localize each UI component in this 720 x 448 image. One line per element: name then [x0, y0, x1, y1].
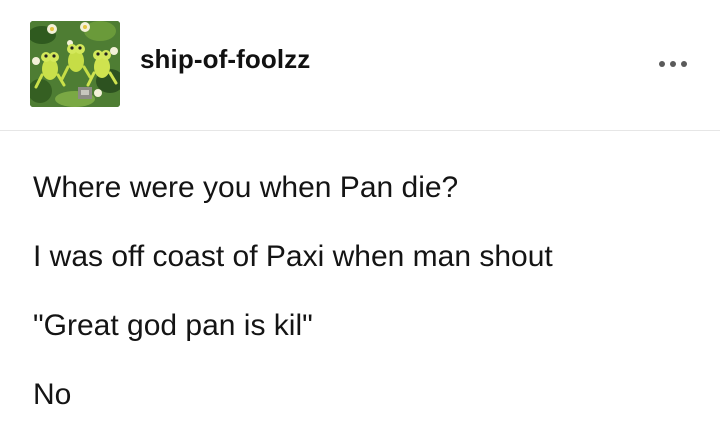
more-options-button[interactable]	[650, 52, 696, 76]
tumblr-post: ship-of-foolzz Where were you when Pan d…	[0, 0, 720, 448]
ellipsis-icon	[659, 61, 687, 67]
blog-name[interactable]: ship-of-foolzz	[140, 44, 310, 75]
frog-avatar-icon	[30, 21, 120, 107]
blog-avatar[interactable]	[30, 21, 120, 107]
post-paragraph: No	[33, 378, 72, 411]
post-body: Where were you when Pan die? I was off c…	[33, 170, 693, 413]
post-paragraph: I was off coast of Paxi when man shout	[33, 240, 553, 273]
post-header: ship-of-foolzz	[0, 0, 720, 131]
post-paragraph: "Great god pan is kil"	[33, 309, 313, 342]
post-paragraph: Where were you when Pan die?	[33, 171, 459, 204]
